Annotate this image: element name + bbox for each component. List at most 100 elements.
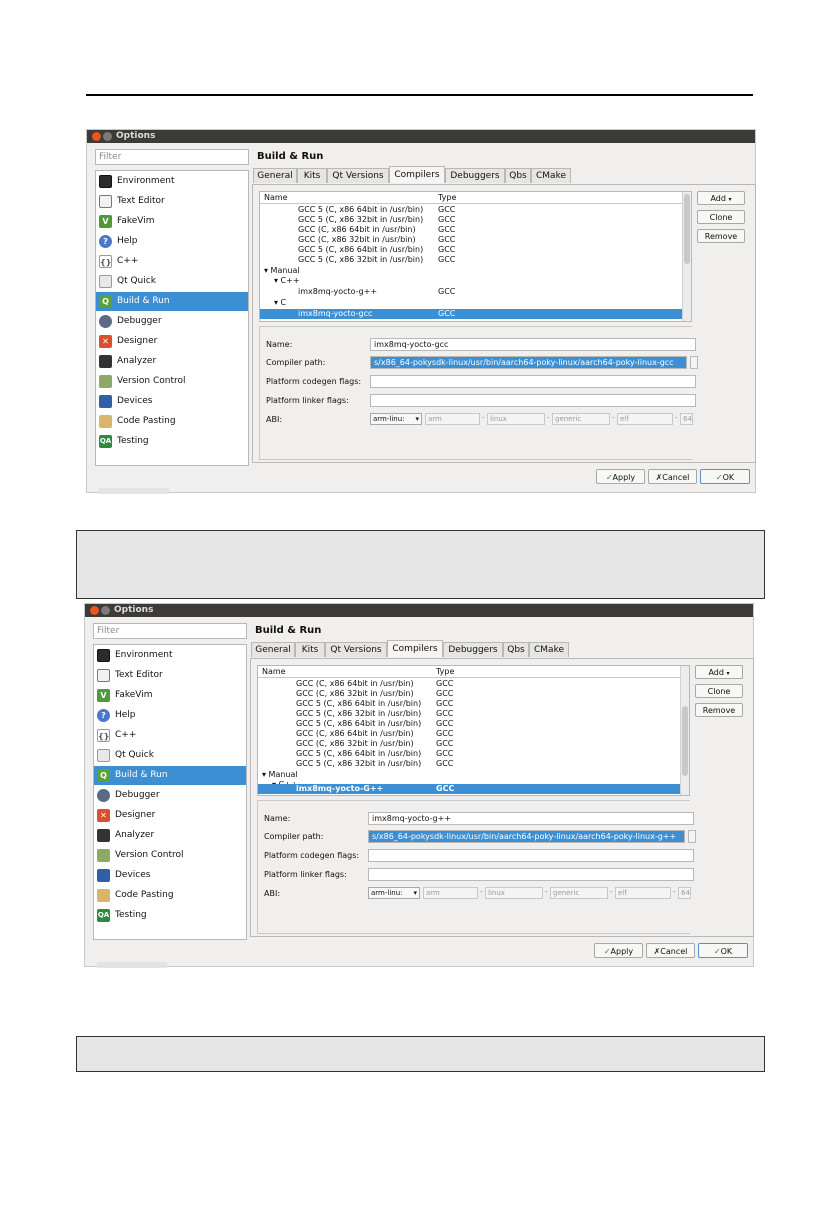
minimize-icon[interactable] — [101, 606, 110, 615]
tab-compilers[interactable]: Compilers — [387, 640, 443, 657]
tree-row[interactable]: GCC (C, x86 32bit in /usr/bin) GCC — [258, 689, 680, 699]
name-field[interactable]: imx8mq-yocto-gcc — [370, 338, 696, 351]
codegen-flags-field[interactable] — [370, 375, 696, 388]
tree-row[interactable]: GCC 5 (C, x86 32bit in /usr/bin) GCC — [258, 759, 680, 769]
abi-select[interactable]: arm-linu: ▾ — [370, 413, 422, 425]
sidebar-item-help[interactable]: ? Help — [96, 232, 248, 251]
tree-row[interactable]: GCC (C, x86 64bit in /usr/bin) GCC — [260, 225, 682, 235]
sidebar-item-environment[interactable]: Environment — [94, 646, 246, 665]
tree-row[interactable]: GCC 5 (C, x86 64bit in /usr/bin) GCC — [258, 749, 680, 759]
sidebar-item-devices[interactable]: Devices — [96, 392, 248, 411]
abi-select[interactable]: arm-linu: ▾ — [368, 887, 420, 899]
sidebar-item-analyzer[interactable]: Analyzer — [96, 352, 248, 371]
tree-row-selected[interactable]: imx8mq-yocto-G++ GCC — [258, 784, 680, 794]
add-button[interactable]: Add ▾ — [697, 191, 745, 205]
tab-general[interactable]: General — [253, 168, 297, 183]
tab-qbs[interactable]: Qbs — [503, 642, 529, 657]
browse-button[interactable] — [690, 356, 698, 369]
tab-kits[interactable]: Kits — [295, 642, 325, 657]
sidebar-item-cpp[interactable]: {} C++ — [94, 726, 246, 745]
sidebar-item-designer[interactable]: ✕ Designer — [96, 332, 248, 351]
cancel-button[interactable]: ✗Cancel — [646, 943, 695, 958]
sidebar-item-qt-quick[interactable]: Qt Quick — [94, 746, 246, 765]
tree-row[interactable]: GCC 5 (C, x86 64bit in /usr/bin) GCC — [258, 719, 680, 729]
tab-cmake[interactable]: CMake — [529, 642, 569, 657]
scrollbar-thumb[interactable] — [684, 194, 690, 264]
tree-row[interactable]: GCC 5 (C, x86 64bit in /usr/bin) GCC — [258, 699, 680, 709]
tab-qt-versions[interactable]: Qt Versions — [327, 168, 389, 183]
tree-row[interactable]: GCC (C, x86 32bit in /usr/bin) GCC — [260, 235, 682, 245]
sidebar-item-analyzer[interactable]: Analyzer — [94, 826, 246, 845]
sidebar-item-debugger[interactable]: Debugger — [94, 786, 246, 805]
sidebar-item-qt-quick[interactable]: Qt Quick — [96, 272, 248, 291]
apply-button[interactable]: ✓Apply — [596, 469, 645, 484]
ok-button[interactable]: ✓OK — [700, 469, 750, 484]
tree-group-c[interactable]: ▾ C — [260, 298, 682, 308]
tree-row-selected[interactable]: imx8mq-yocto-gcc GCC — [260, 309, 682, 319]
filter-input[interactable]: Filter — [93, 623, 247, 639]
tree-row[interactable]: GCC 5 (C, x86 64bit in /usr/bin) GCC — [260, 245, 682, 255]
sidebar-item-cpp[interactable]: {} C++ — [96, 252, 248, 271]
compiler-tree[interactable]: Name Type GCC 5 (C, x86 64bit in /usr/bi… — [259, 191, 692, 322]
compiler-path-field[interactable]: s/x86_64-pokysdk-linux/usr/bin/aarch64-p… — [370, 356, 687, 369]
apply-button[interactable]: ✓Apply — [594, 943, 643, 958]
sidebar-item-fakevim[interactable]: V FakeVim — [96, 212, 248, 231]
linker-flags-field[interactable] — [368, 868, 694, 881]
sidebar-item-debugger[interactable]: Debugger — [96, 312, 248, 331]
scrollbar-thumb[interactable] — [682, 706, 688, 776]
name-field[interactable]: imx8mq-yocto-g++ — [368, 812, 694, 825]
clone-button[interactable]: Clone — [697, 210, 745, 224]
minimize-icon[interactable] — [103, 132, 112, 141]
tree-row[interactable]: GCC 5 (C, x86 32bit in /usr/bin) GCC — [260, 215, 682, 225]
sidebar-item-testing[interactable]: QA Testing — [94, 906, 246, 925]
tab-cmake[interactable]: CMake — [531, 168, 571, 183]
tab-qbs[interactable]: Qbs — [505, 168, 531, 183]
sidebar-item-build-run[interactable]: Q Build & Run — [94, 766, 246, 785]
remove-button[interactable]: Remove — [695, 703, 743, 717]
close-icon[interactable] — [92, 132, 101, 141]
column-header-type[interactable]: Type — [438, 193, 456, 202]
compiler-path-field[interactable]: s/x86_64-pokysdk-linux/usr/bin/aarch64-p… — [368, 830, 685, 843]
tree-row[interactable]: GCC 5 (C, x86 32bit in /usr/bin) GCC — [258, 709, 680, 719]
tab-debuggers[interactable]: Debuggers — [445, 168, 505, 183]
compiler-tree[interactable]: Name Type GCC (C, x86 64bit in /usr/bin)… — [257, 665, 690, 796]
sidebar-item-code-pasting[interactable]: Code Pasting — [94, 886, 246, 905]
tree-group-cpp[interactable]: ▾ C++ — [260, 276, 682, 286]
tree-group-manual[interactable]: ▾ Manual — [260, 266, 682, 276]
sidebar-item-testing[interactable]: QA Testing — [96, 432, 248, 451]
tab-qt-versions[interactable]: Qt Versions — [325, 642, 387, 657]
sidebar-item-version-control[interactable]: Version Control — [94, 846, 246, 865]
column-header-name[interactable]: Name — [262, 667, 286, 676]
linker-flags-field[interactable] — [370, 394, 696, 407]
close-icon[interactable] — [90, 606, 99, 615]
sidebar-item-devices[interactable]: Devices — [94, 866, 246, 885]
sidebar-item-text-editor[interactable]: Text Editor — [94, 666, 246, 685]
sidebar-item-fakevim[interactable]: V FakeVim — [94, 686, 246, 705]
tree-row[interactable]: imx8mq-yocto-g++ GCC — [260, 287, 682, 297]
filter-input[interactable]: Filter — [95, 149, 249, 165]
tree-row[interactable]: GCC 5 (C, x86 32bit in /usr/bin) GCC — [260, 255, 682, 265]
tree-scrollbar[interactable] — [680, 666, 689, 795]
add-button[interactable]: Add ▾ — [695, 665, 743, 679]
ok-button[interactable]: ✓OK — [698, 943, 748, 958]
tab-kits[interactable]: Kits — [297, 168, 327, 183]
tree-row[interactable]: GCC (C, x86 64bit in /usr/bin) GCC — [258, 729, 680, 739]
tree-scrollbar[interactable] — [682, 192, 691, 321]
tab-general[interactable]: General — [251, 642, 295, 657]
sidebar-item-version-control[interactable]: Version Control — [96, 372, 248, 391]
tree-row[interactable]: GCC (C, x86 32bit in /usr/bin) GCC — [258, 739, 680, 749]
tree-row[interactable]: GCC (C, x86 64bit in /usr/bin) GCC — [258, 679, 680, 689]
column-header-type[interactable]: Type — [436, 667, 454, 676]
sidebar-item-designer[interactable]: ✕ Designer — [94, 806, 246, 825]
sidebar-item-help[interactable]: ? Help — [94, 706, 246, 725]
sidebar-item-code-pasting[interactable]: Code Pasting — [96, 412, 248, 431]
tab-compilers[interactable]: Compilers — [389, 166, 445, 183]
sidebar-item-environment[interactable]: Environment — [96, 172, 248, 191]
sidebar-item-text-editor[interactable]: Text Editor — [96, 192, 248, 211]
clone-button[interactable]: Clone — [695, 684, 743, 698]
remove-button[interactable]: Remove — [697, 229, 745, 243]
tab-debuggers[interactable]: Debuggers — [443, 642, 503, 657]
tree-row[interactable]: GCC 5 (C, x86 64bit in /usr/bin) GCC — [260, 205, 682, 215]
tree-group-manual[interactable]: ▾ Manual — [258, 770, 680, 780]
column-header-name[interactable]: Name — [264, 193, 288, 202]
